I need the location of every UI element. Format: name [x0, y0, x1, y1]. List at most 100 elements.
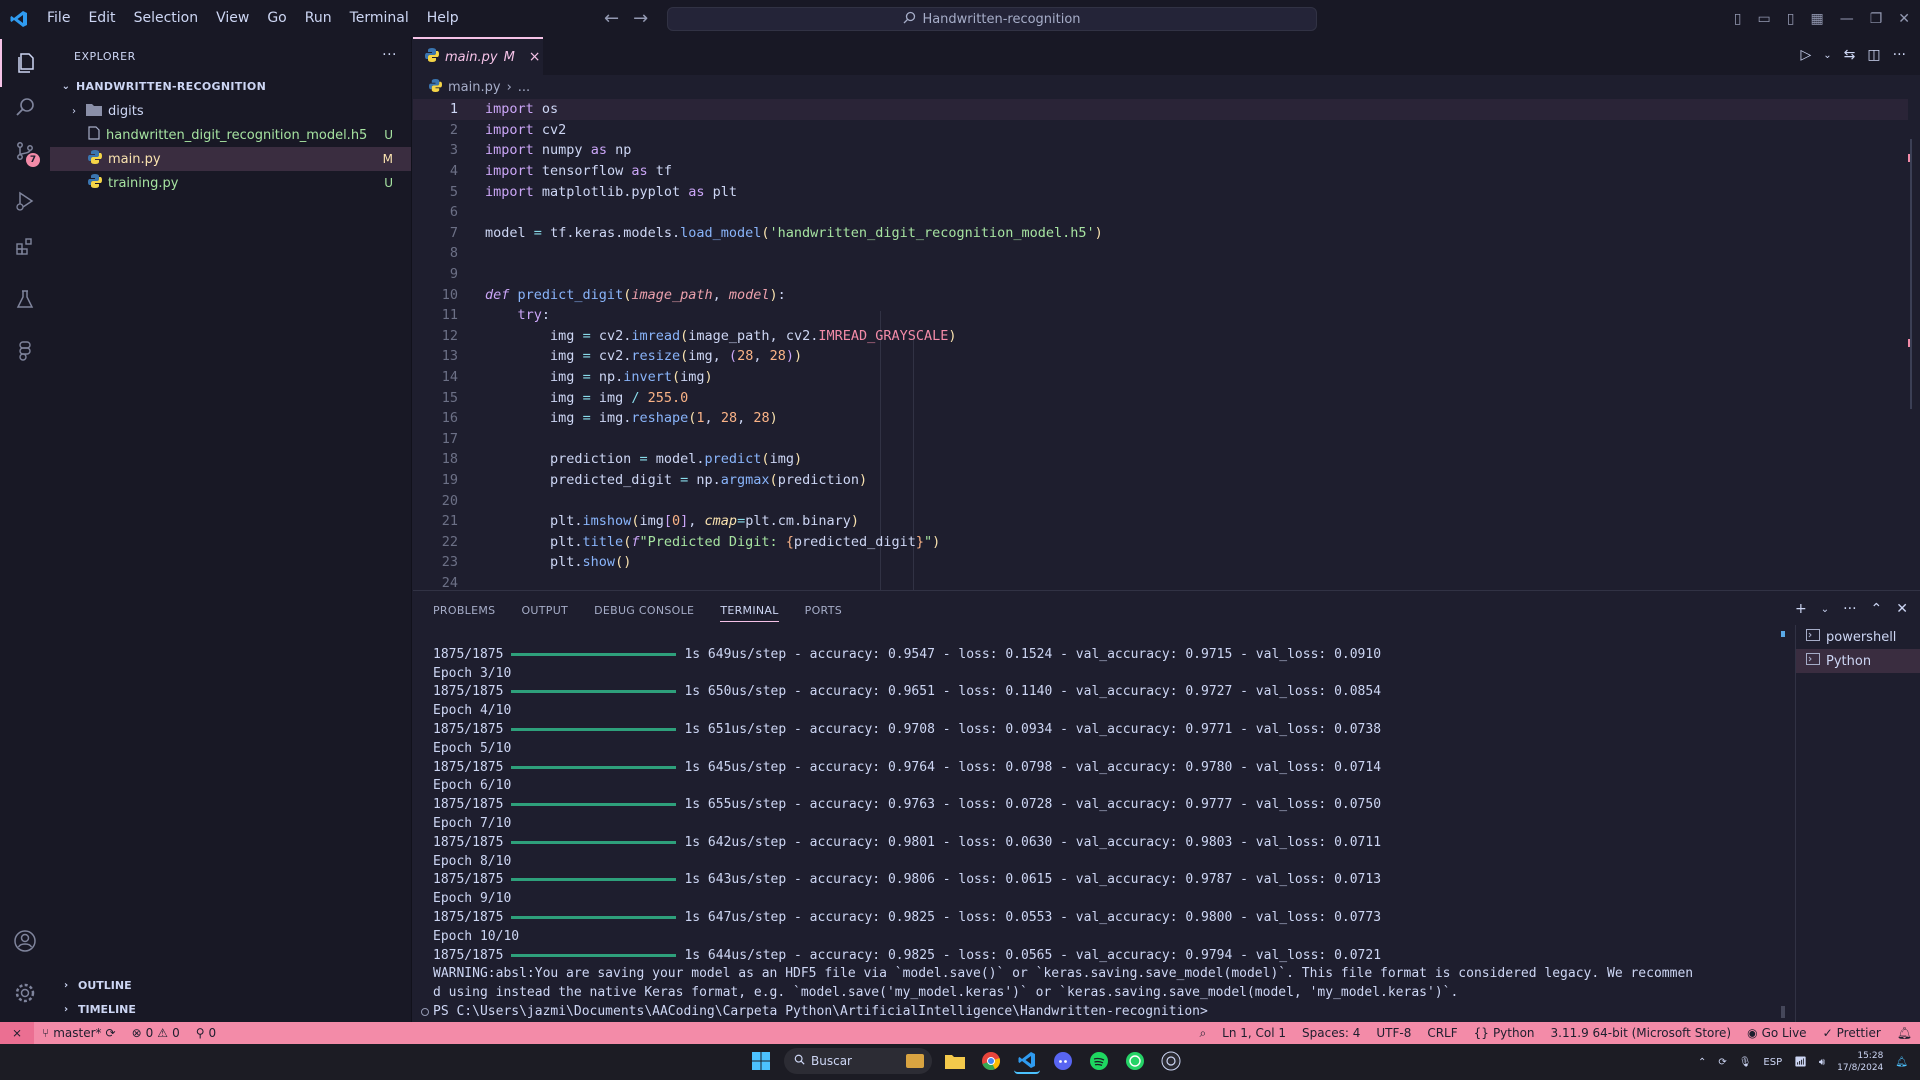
notifications-bell-icon[interactable]: 🔔︎: [1889, 1022, 1920, 1044]
menu-help[interactable]: Help: [418, 0, 468, 37]
restore-window-icon[interactable]: ❐: [1870, 11, 1883, 27]
tab-problems[interactable]: PROBLEMS: [433, 604, 495, 617]
sync-tray-icon[interactable]: ⟳: [1718, 1057, 1726, 1068]
remote-indicator-icon[interactable]: ⨯: [0, 1022, 34, 1044]
tree-item-main-py[interactable]: main.py M: [50, 147, 411, 171]
taskbar-search[interactable]: Buscar: [784, 1048, 932, 1074]
toggle-secondary-sidebar-icon[interactable]: ▯: [1787, 11, 1795, 27]
sync-icon[interactable]: ⟳: [106, 1026, 116, 1040]
chevron-down-icon[interactable]: ⌄: [1823, 50, 1831, 63]
code-line[interactable]: 2 import cv2: [413, 120, 1908, 141]
microphone-icon[interactable]: 🎙︎: [1739, 1057, 1752, 1068]
close-tab-icon[interactable]: ×: [529, 49, 541, 65]
close-panel-icon[interactable]: ✕: [1896, 601, 1908, 617]
vscode-taskbar-icon[interactable]: [1014, 1048, 1040, 1074]
code-line[interactable]: 16 img = img.reshape(1, 28, 28): [413, 408, 1908, 429]
code-line[interactable]: 13 img = cv2.resize(img, (28, 28)): [413, 346, 1908, 367]
timeline-section[interactable]: › TIMELINE: [50, 997, 412, 1021]
prettier-button[interactable]: ✓ Prettier: [1815, 1022, 1889, 1044]
language-indicator[interactable]: ESP: [1763, 1057, 1782, 1068]
settings-gear-icon[interactable]: [0, 969, 50, 1017]
tree-item-model-h5[interactable]: handwritten_digit_recognition_model.h5 U: [50, 123, 411, 147]
workspace-root-folder[interactable]: ⌄ HANDWRITTEN-RECOGNITION: [50, 75, 411, 97]
breadcrumb-file[interactable]: main.py: [448, 80, 501, 95]
code-line[interactable]: 1 import os: [413, 99, 1908, 120]
toggle-primary-sidebar-icon[interactable]: ▯: [1734, 11, 1742, 27]
code-line[interactable]: 11 try:: [413, 305, 1908, 326]
code-line[interactable]: 21 plt.imshow(img[0], cmap=plt.cm.binary…: [413, 511, 1908, 532]
volume-icon[interactable]: 🔊︎: [1819, 1057, 1825, 1068]
minimize-window-icon[interactable]: —: [1840, 11, 1854, 27]
run-and-debug-icon[interactable]: [0, 177, 50, 225]
cursor-position[interactable]: Ln 1, Col 1: [1214, 1022, 1294, 1044]
terminal-session-python[interactable]: Python: [1796, 649, 1920, 673]
menu-terminal[interactable]: Terminal: [341, 0, 418, 37]
scroll-thumb[interactable]: [1910, 139, 1912, 409]
chevron-down-icon[interactable]: ⌄: [1821, 604, 1829, 617]
figma-icon[interactable]: [0, 327, 50, 375]
menu-selection[interactable]: Selection: [125, 0, 208, 37]
python-interpreter[interactable]: 3.11.9 64-bit (Microsoft Store): [1543, 1022, 1740, 1044]
menu-file[interactable]: File: [38, 0, 79, 37]
code-line[interactable]: 10 def predict_digit(image_path, model):: [413, 284, 1908, 305]
code-editor[interactable]: 1 import os 2 import cv2 3 import numpy as …: [413, 99, 1920, 590]
breadcrumb-symbols[interactable]: ...: [518, 80, 530, 95]
toggle-panel-icon[interactable]: ▭: [1758, 11, 1771, 27]
code-line[interactable]: 19 predicted_digit = np.argmax(predictio…: [413, 470, 1908, 491]
file-encoding[interactable]: UTF-8: [1368, 1022, 1419, 1044]
chevron-up-icon[interactable]: ⌃: [1698, 1057, 1706, 1068]
tab-main-py[interactable]: main.py M ×: [413, 37, 543, 75]
terminal-output[interactable]: 1875/1875 1s 649us/step - accuracy: 0.954…: [421, 645, 1753, 1021]
vscode-logo-icon[interactable]: [0, 0, 38, 37]
tab-output[interactable]: OUTPUT: [521, 604, 568, 617]
tab-ports[interactable]: PORTS: [805, 604, 842, 617]
indentation[interactable]: Spaces: 4: [1294, 1022, 1368, 1044]
back-arrow-icon[interactable]: ←: [604, 8, 619, 29]
customize-layout-icon[interactable]: ▦: [1810, 11, 1823, 27]
code-line[interactable]: 3 import numpy as np: [413, 140, 1908, 161]
terminal-scrollbar-thumb[interactable]: [1781, 1006, 1785, 1018]
windows-start-icon[interactable]: [748, 1048, 774, 1074]
chatgpt-icon[interactable]: [1158, 1048, 1184, 1074]
code-line[interactable]: 7 model = tf.keras.models.load_model('han…: [413, 223, 1908, 244]
line-endings[interactable]: CRLF: [1419, 1022, 1465, 1044]
code-line[interactable]: 20: [413, 490, 1908, 511]
forward-arrow-icon[interactable]: →: [633, 8, 648, 29]
chrome-icon[interactable]: [978, 1048, 1004, 1074]
file-explorer-icon[interactable]: [942, 1048, 968, 1074]
testing-flask-icon[interactable]: [0, 275, 50, 323]
close-window-icon[interactable]: ✕: [1898, 11, 1910, 27]
split-editor-icon[interactable]: ◫: [1867, 47, 1880, 63]
search-view-icon[interactable]: [0, 83, 50, 131]
code-line[interactable]: 9: [413, 264, 1908, 285]
terminal-session-powershell[interactable]: powershell: [1796, 625, 1920, 649]
maximize-panel-icon[interactable]: ⌃: [1871, 601, 1883, 617]
more-actions-icon[interactable]: ···: [382, 47, 397, 63]
explorer-icon[interactable]: [0, 39, 50, 87]
code-line[interactable]: 23 plt.show(): [413, 552, 1908, 573]
ports-indicator[interactable]: ⚲ 0: [188, 1022, 224, 1044]
tab-debug-console[interactable]: DEBUG CONSOLE: [594, 604, 694, 617]
code-line[interactable]: 4 import tensorflow as tf: [413, 161, 1908, 182]
code-line[interactable]: 8: [413, 243, 1908, 264]
code-line[interactable]: 18 prediction = model.predict(img): [413, 449, 1908, 470]
tree-item-digits[interactable]: › digits: [50, 99, 411, 123]
terminal-prompt-line[interactable]: PS C:\Users\jazmi\Documents\AACoding\Car…: [421, 1002, 1753, 1021]
account-icon[interactable]: [0, 917, 50, 965]
branch-indicator[interactable]: ⑂ master* ⟳: [34, 1022, 124, 1044]
code-line[interactable]: 12 img = cv2.imread(image_path, cv2.IMRE…: [413, 326, 1908, 347]
menu-view[interactable]: View: [207, 0, 258, 37]
command-decoration-icon[interactable]: [421, 1007, 429, 1016]
tab-terminal[interactable]: TERMINAL: [720, 604, 779, 622]
run-python-file-icon[interactable]: ▷: [1801, 47, 1812, 63]
code-line[interactable]: 17: [413, 429, 1908, 450]
spotify-icon[interactable]: [1086, 1048, 1112, 1074]
discord-icon[interactable]: [1050, 1048, 1076, 1074]
zoom-icon[interactable]: ⌕: [1191, 1022, 1214, 1044]
tree-item-training-py[interactable]: training.py U: [50, 171, 411, 195]
outline-section[interactable]: › OUTLINE: [50, 973, 412, 997]
go-live-button[interactable]: ◉ Go Live: [1739, 1022, 1814, 1044]
clock[interactable]: 15:28 17/8/2024: [1837, 1050, 1883, 1074]
whatsapp-icon[interactable]: [1122, 1048, 1148, 1074]
code-line[interactable]: 5 import matplotlib.pyplot as plt: [413, 181, 1908, 202]
